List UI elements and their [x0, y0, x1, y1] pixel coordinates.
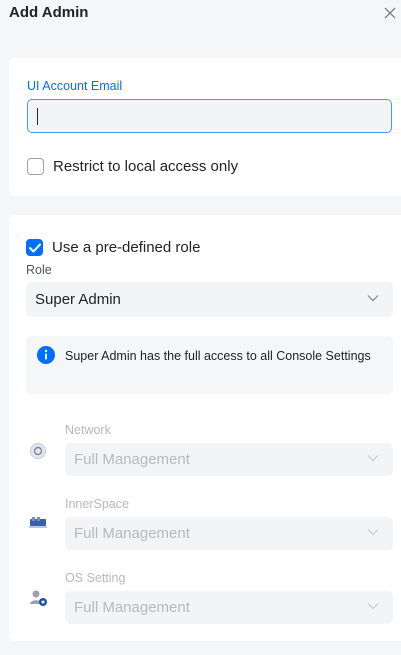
network-icon [30, 443, 46, 459]
role-info-text: Super Admin has the full access to all C… [65, 349, 371, 363]
permission-label-innerspace: InnerSpace [65, 497, 129, 511]
permission-label-os-setting: OS Setting [65, 571, 126, 585]
role-card: Use a pre-defined role Role Super Admin … [9, 215, 401, 641]
close-button[interactable] [381, 4, 399, 22]
innerspace-permission-value: Full Management [74, 525, 190, 542]
email-field[interactable] [27, 99, 392, 133]
role-select-value: Super Admin [35, 291, 121, 308]
role-label: Role [26, 263, 52, 277]
role-select[interactable]: Super Admin [26, 282, 393, 317]
chevron-down-icon [367, 603, 379, 610]
account-card: UI Account Email Restrict to local acces… [9, 58, 401, 196]
os-setting-permission-value: Full Management [74, 599, 190, 616]
checkmark-icon [28, 243, 41, 252]
info-icon [37, 346, 55, 364]
chevron-down-icon [367, 529, 379, 536]
os-setting-permission-select[interactable]: Full Management [65, 591, 393, 624]
predefined-role-label[interactable]: Use a pre-defined role [52, 239, 200, 256]
innerspace-icon [29, 517, 47, 528]
dialog-title: Add Admin [9, 4, 89, 21]
os-setting-icon [30, 590, 47, 606]
restrict-local-checkbox[interactable] [27, 158, 44, 175]
chevron-down-icon [367, 295, 379, 302]
role-info-box: Super Admin has the full access to all C… [26, 336, 393, 394]
restrict-local-label[interactable]: Restrict to local access only [53, 158, 238, 175]
close-icon [384, 7, 396, 19]
dialog-header: Add Admin [0, 0, 401, 28]
permission-label-network: Network [65, 423, 111, 437]
email-label: UI Account Email [27, 79, 123, 93]
network-permission-select[interactable]: Full Management [65, 443, 393, 476]
innerspace-permission-select[interactable]: Full Management [65, 517, 393, 550]
network-permission-value: Full Management [74, 451, 190, 468]
predefined-role-checkbox[interactable] [26, 239, 43, 256]
text-caret [37, 108, 38, 125]
chevron-down-icon [367, 455, 379, 462]
